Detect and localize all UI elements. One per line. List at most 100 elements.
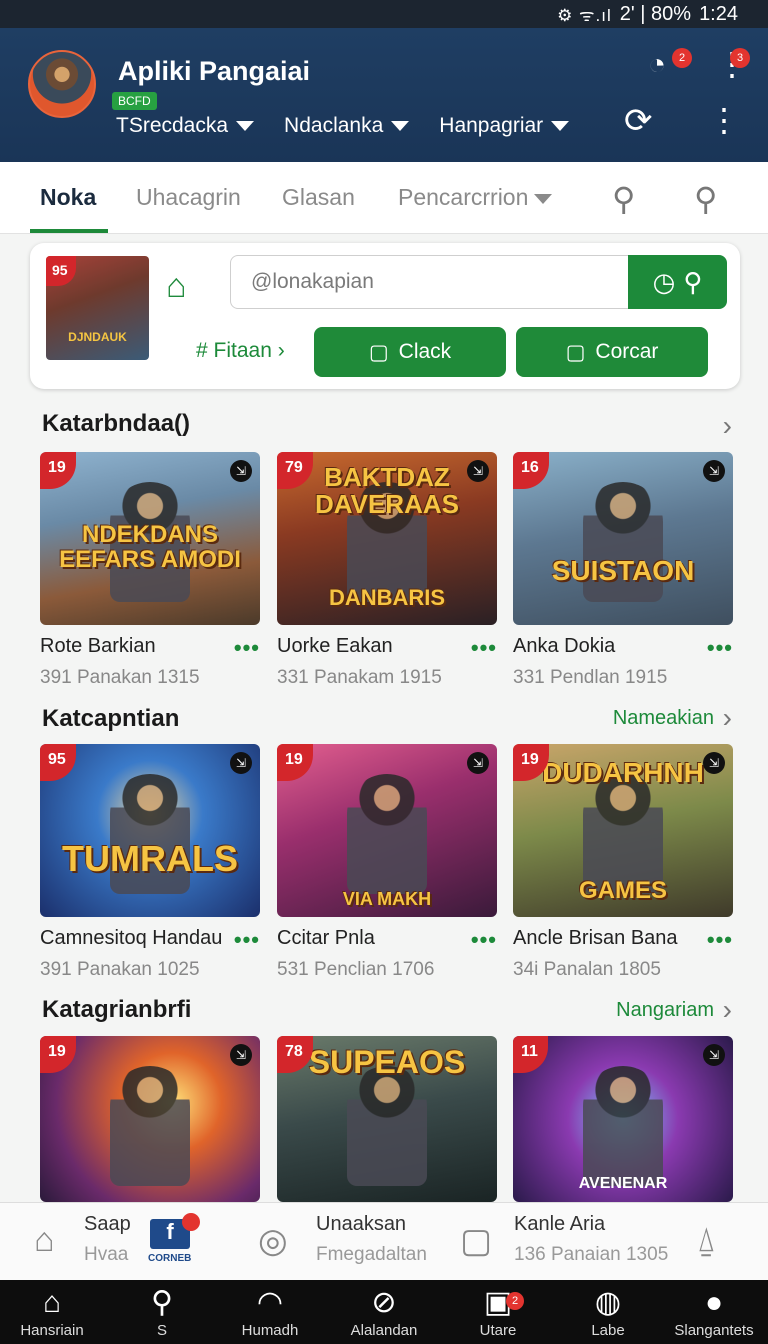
more-horizontal-icon[interactable]: ••• [234, 635, 260, 661]
tab-bar: Noka Uhacagrin Glasan Pencarcrrion [0, 162, 768, 234]
character-figure [583, 1066, 663, 1186]
game-card[interactable]: NDEKDANS EEFARS AMODI 19 ⇲ Rote Barkian •… [40, 452, 260, 689]
tab-noka[interactable]: Noka [40, 184, 96, 211]
bell-icon: ◠ [256, 1286, 284, 1319]
game-card[interactable]: SUISTAON 16 ⇲ Anka Dokia ••• 331 Pendlan … [513, 452, 733, 689]
game-card[interactable]: TUMRALS 95 ⇲ Camnesitoq Handau ••• 391 Pa… [40, 744, 260, 981]
notification-icon[interactable]: ◔ [648, 50, 666, 80]
chevron-down-icon [391, 121, 410, 131]
mini-item-1[interactable]: Saap Hvaa [84, 1213, 131, 1266]
nav-label: Labe [591, 1322, 625, 1339]
hanger-icon[interactable]: ⍙ [696, 1221, 716, 1260]
home-outline-icon[interactable]: ⌂ [34, 1221, 55, 1260]
nav-label: S [156, 1322, 167, 1339]
nav-search[interactable]: ⚲ S [114, 1286, 210, 1339]
character-figure [347, 1066, 427, 1186]
bottom-nav: ⌂ Hansriain ⚲ S ◠ Humadh ⊘ Alalandan ▣ Utare … [0, 1280, 768, 1344]
more-horizontal-icon[interactable]: ••• [471, 927, 497, 953]
game-name: Uorke Eakan [277, 635, 393, 657]
search-icon: ⚲ [683, 266, 703, 297]
dropdown-1[interactable]: TSrecdacka [116, 114, 255, 138]
nav-utare[interactable]: ▣ Utare [450, 1286, 546, 1339]
section-link-2[interactable]: Nameakian [613, 707, 714, 730]
notification-count-badge: 2 [672, 48, 692, 68]
game-card[interactable]: AVENENAR 11 ⇲ [513, 1036, 733, 1202]
expand-icon[interactable]: ⇲ [467, 752, 489, 774]
game-name-row: Ccitar Pnla ••• [277, 927, 497, 953]
tab-uhacagrin[interactable]: Uhacagrin [136, 184, 241, 211]
chevron-down-icon [534, 193, 553, 204]
tab-pencarcrrion[interactable]: Pencarcrrion [398, 184, 553, 211]
search-button[interactable]: ◷ ⚲ [628, 255, 727, 309]
nav-profile[interactable]: ● Slangantets [666, 1286, 762, 1339]
featured-game-thumbnail[interactable]: 95 DJNDAUK [46, 256, 149, 360]
menu-count-badge: 3 [730, 48, 750, 68]
game-card[interactable]: VIA MAKH 19 ⇲ Ccitar Pnla ••• 531 Penclia… [277, 744, 497, 981]
expand-icon[interactable]: ⇲ [230, 460, 252, 482]
game-thumbnail[interactable]: VIA MAKH 19 ⇲ [277, 744, 497, 917]
avatar[interactable] [28, 50, 96, 118]
more-horizontal-icon[interactable]: ••• [234, 927, 260, 953]
game-thumbnail[interactable]: BAKTDAZ DAVERAAS DANBARIS 79 ⇲ [277, 452, 497, 625]
more-horizontal-icon[interactable]: ••• [471, 635, 497, 661]
search-icon[interactable]: ⚲ [612, 180, 635, 218]
game-thumbnail[interactable]: NDEKDANS EEFARS AMODI 19 ⇲ [40, 452, 260, 625]
game-thumbnail[interactable]: AVENENAR 11 ⇲ [513, 1036, 733, 1202]
expand-icon[interactable]: ⇲ [230, 752, 252, 774]
chevron-right-icon[interactable]: › [723, 994, 732, 1026]
chevron-right-icon[interactable]: › [723, 410, 732, 442]
tab-glasan[interactable]: Glasan [282, 184, 355, 211]
search-alt-icon[interactable]: ⚲ [694, 180, 717, 218]
game-name: Anka Dokia [513, 635, 616, 657]
game-art-title: NDEKDANS EEFARS AMODI [59, 521, 241, 574]
game-card[interactable]: DUDARHNH GAMES 19 ⇲ Ancle Brisan Bana •••… [513, 744, 733, 981]
clack-button[interactable]: ▢ Clack [314, 327, 506, 377]
mini-item-3[interactable]: Kanle Aria 136 Panaian 1305 [514, 1213, 668, 1266]
refresh-search-icon[interactable]: ⟳ [624, 104, 653, 138]
mini-item-2[interactable]: Unaaksan Fmegadaltan [316, 1213, 427, 1266]
nav-labe[interactable]: ◍ Labe [560, 1286, 656, 1339]
expand-icon[interactable]: ⇲ [703, 1044, 725, 1066]
game-thumbnail[interactable]: TUMRALS 95 ⇲ [40, 744, 260, 917]
mini-item-1-subtitle: Hvaa [84, 1244, 129, 1265]
corcar-button[interactable]: ▢ Corcar [516, 327, 708, 377]
nav-humadh[interactable]: ◠ Humadh [222, 1286, 318, 1339]
tag-icon[interactable]: ⌂ [166, 267, 187, 306]
game-name-row: Anka Dokia ••• [513, 635, 733, 661]
game-thumbnail[interactable]: 19 ⇲ [40, 1036, 260, 1202]
game-thumbnail[interactable]: DUDARHNH GAMES 19 ⇲ [513, 744, 733, 917]
more-horizontal-icon[interactable]: ••• [707, 635, 733, 661]
overflow-menu-icon[interactable]: ⋮ [708, 104, 740, 136]
rating-badge: 16 [513, 452, 549, 489]
nav-home[interactable]: ⌂ Hansriain [4, 1286, 100, 1339]
mini-item-2-subtitle: Fmegadaltan [316, 1244, 427, 1265]
expand-icon[interactable]: ⇲ [230, 1044, 252, 1066]
dropdown-2[interactable]: Ndaclanka [284, 114, 410, 138]
app-title: Apliki Pangaiai [118, 56, 311, 86]
game-card[interactable]: BAKTDAZ DAVERAAS DANBARIS 79 ⇲ Uorke Eak… [277, 452, 497, 689]
dropdown-3[interactable]: Hanpagriar [439, 114, 570, 138]
chevron-right-icon[interactable]: › [723, 702, 732, 734]
game-thumbnail[interactable]: SUPEAOS 78 [277, 1036, 497, 1202]
search-input[interactable] [230, 255, 630, 309]
mini-item-1-title: Saap [84, 1213, 131, 1235]
clipboard-icon[interactable]: ▢ [460, 1221, 492, 1261]
expand-icon[interactable]: ⇲ [467, 460, 489, 482]
game-thumbnail[interactable]: SUISTAON 16 ⇲ [513, 452, 733, 625]
filter-link[interactable]: # Fitaan › [196, 339, 285, 363]
search-card: 95 DJNDAUK ⌂ ◷⚲ # Fitaan › ▢ Clack ▢ Corca… [30, 243, 740, 389]
rating-badge: 11 [513, 1036, 548, 1073]
game-meta: 531 Penclian 1706 [277, 959, 435, 980]
chevron-right-icon: › [277, 339, 285, 362]
refresh-icon[interactable]: ◎ [258, 1221, 288, 1261]
more-horizontal-icon[interactable]: ••• [707, 927, 733, 953]
rating-badge: 95 [46, 256, 76, 286]
home-icon: ⌂ [42, 1286, 62, 1319]
nav-alalandan[interactable]: ⊘ Alalandan [336, 1286, 432, 1339]
section-link-3[interactable]: Nangariam [616, 999, 714, 1022]
game-card[interactable]: 19 ⇲ [40, 1036, 260, 1202]
app-header: Apliki Pangaiai BCFD TSrecdacka Ndaclank… [0, 28, 768, 162]
game-card[interactable]: SUPEAOS 78 [277, 1036, 497, 1202]
expand-icon[interactable]: ⇲ [703, 460, 725, 482]
expand-icon[interactable]: ⇲ [703, 752, 725, 774]
